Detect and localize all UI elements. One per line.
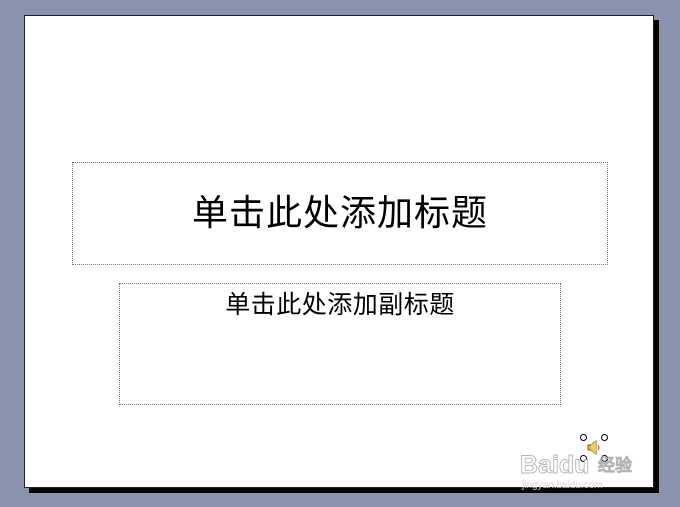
subtitle-placeholder-text: 单击此处添加副标题 <box>225 290 455 319</box>
title-placeholder-text: 单击此处添加标题 <box>191 192 488 234</box>
baidu-jingyan-watermark: Baidu 经验 jingyan.baidu.com <box>520 451 633 492</box>
slide-canvas[interactable]: 单击此处添加标题 单击此处添加副标题 <box>24 15 654 488</box>
watermark-url: jingyan.baidu.com <box>521 480 603 491</box>
subtitle-placeholder[interactable]: 单击此处添加副标题 <box>119 283 561 405</box>
selection-handle-top-left[interactable] <box>580 434 587 441</box>
selection-handle-top-right[interactable] <box>601 434 608 441</box>
title-placeholder[interactable]: 单击此处添加标题 <box>72 162 608 265</box>
watermark-brand: Baidu <box>520 451 589 479</box>
watermark-product: 经验 <box>598 455 633 476</box>
